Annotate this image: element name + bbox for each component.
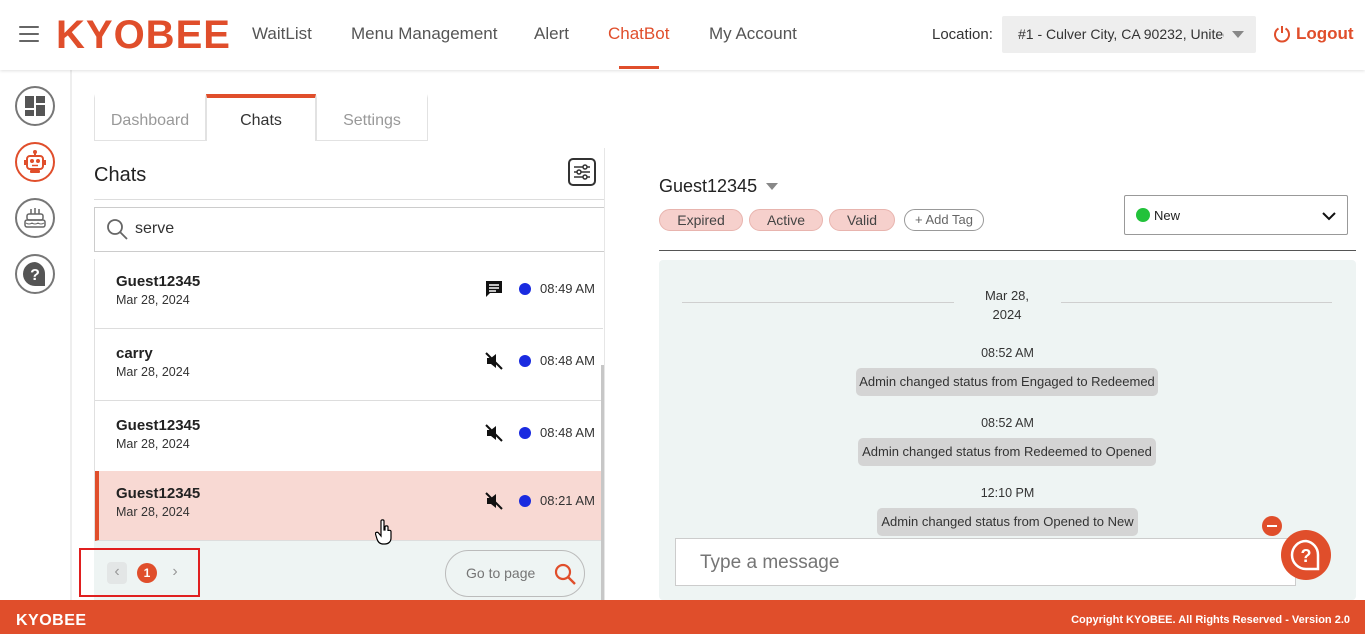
chat-list-item[interactable]: carry Mar 28, 2024 08:48 AM — [95, 331, 603, 401]
muted-icon — [485, 424, 503, 442]
search-icon[interactable] — [553, 562, 577, 586]
go-to-page-input[interactable] — [466, 565, 544, 581]
tab-dashboard[interactable]: Dashboard — [94, 94, 206, 141]
day-separator-label: Mar 28, 2024 — [979, 286, 1035, 324]
power-icon — [1274, 26, 1290, 43]
caret-down-icon[interactable] — [766, 183, 778, 190]
add-tag-button[interactable]: + Add Tag — [904, 209, 984, 231]
hamburger-menu-icon[interactable] — [19, 26, 39, 42]
chatbot-tabs: Dashboard Chats Settings — [94, 94, 428, 141]
chat-date: Mar 28, 2024 — [116, 365, 190, 379]
logout-label: Logout — [1296, 24, 1354, 43]
nav-waitlist[interactable]: WaitList — [252, 24, 312, 44]
unread-dot — [519, 283, 531, 295]
location-value: #1 - Culver City, CA 90232, United State… — [1018, 26, 1224, 42]
message-input[interactable] — [700, 552, 1280, 574]
system-message: Admin changed status from Opened to New — [877, 508, 1138, 536]
conversation-name[interactable]: Guest12345 — [659, 176, 757, 197]
svg-text:?: ? — [1301, 546, 1312, 566]
logout-button[interactable]: Logout — [1272, 24, 1354, 44]
go-to-page-box — [445, 550, 585, 597]
system-message: Admin changed status from Engaged to Red… — [856, 368, 1158, 396]
search-icon — [107, 219, 128, 240]
status-dot — [1136, 208, 1150, 222]
chats-title: Chats — [94, 164, 147, 186]
question-bubble-icon: ? — [1290, 539, 1320, 571]
dashboard-icon[interactable] — [15, 86, 55, 126]
active-nav-indicator — [619, 66, 659, 69]
day-label-line2: 2024 — [992, 307, 1022, 322]
status-select[interactable]: New — [1124, 195, 1348, 235]
chat-name: Guest12345 — [116, 417, 201, 434]
minimize-icon[interactable] — [1262, 516, 1282, 536]
divider — [659, 250, 1356, 251]
chat-date: Mar 28, 2024 — [116, 505, 190, 519]
message-time: 08:52 AM — [981, 416, 1034, 430]
filter-sliders-icon[interactable] — [568, 158, 596, 186]
chat-time: 08:49 AM — [540, 281, 595, 296]
app-logo[interactable]: KYOBEE — [56, 13, 231, 58]
muted-icon — [485, 352, 503, 370]
message-compose-box — [675, 538, 1296, 586]
chat-list: Guest12345 Mar 28, 2024 08:49 AM carry M… — [94, 259, 605, 541]
help-icon[interactable]: ? — [15, 254, 55, 294]
message-time: 08:52 AM — [981, 346, 1034, 360]
chat-name: Guest12345 — [116, 273, 201, 290]
sidebar: ? — [0, 70, 72, 600]
footer-brand: KYOBEE — [16, 612, 87, 629]
location-label: Location: — [932, 26, 993, 43]
chat-date: Mar 28, 2024 — [116, 293, 190, 307]
unread-dot — [519, 495, 531, 507]
chat-search-input[interactable] — [135, 220, 575, 238]
nav-my-account[interactable]: My Account — [709, 24, 797, 44]
chat-search-box — [94, 207, 605, 252]
status-value: New — [1154, 208, 1181, 223]
message-icon — [486, 281, 502, 297]
unread-dot — [519, 427, 531, 439]
nav-alert[interactable]: Alert — [534, 24, 569, 44]
tag-active[interactable]: Active — [749, 209, 823, 231]
nav-chatbot[interactable]: ChatBot — [608, 24, 669, 44]
svg-text:?: ? — [30, 267, 40, 284]
chevron-down-icon — [1322, 212, 1336, 221]
current-page-button[interactable]: 1 — [137, 563, 157, 583]
tag-valid[interactable]: Valid — [829, 209, 895, 231]
prev-page-button[interactable]: ‹ — [107, 562, 127, 584]
panel-divider — [604, 148, 605, 600]
footer: KYOBEE Copyright KYOBEE. All Rights Rese… — [0, 600, 1365, 634]
chat-list-item[interactable]: Guest12345 Mar 28, 2024 08:48 AM — [95, 403, 603, 473]
divider — [94, 199, 605, 200]
message-time: 12:10 PM — [980, 486, 1035, 500]
muted-icon — [485, 492, 503, 510]
chat-time: 08:21 AM — [540, 493, 595, 508]
nav-menu-management[interactable]: Menu Management — [351, 24, 497, 44]
tab-chats[interactable]: Chats — [206, 94, 316, 141]
system-message: Admin changed status from Redeemed to Op… — [858, 438, 1156, 466]
help-chat-button[interactable]: ? — [1281, 530, 1331, 580]
tag-expired[interactable]: Expired — [659, 209, 743, 231]
footer-copyright: Copyright KYOBEE. All Rights Reserved - … — [1071, 614, 1350, 626]
chat-time: 08:48 AM — [540, 353, 595, 368]
unread-dot — [519, 355, 531, 367]
chat-date: Mar 28, 2024 — [116, 437, 190, 451]
tab-settings[interactable]: Settings — [316, 94, 428, 141]
hand-cursor-icon — [375, 519, 392, 545]
chat-name: Guest12345 — [116, 485, 201, 502]
top-navbar: KYOBEE WaitList Menu Management Alert Ch… — [0, 0, 1365, 70]
caret-down-icon — [1232, 31, 1244, 38]
location-select[interactable]: #1 - Culver City, CA 90232, United State… — [1002, 16, 1256, 53]
day-separator-line — [1061, 302, 1332, 303]
day-label-line1: Mar 28, — [984, 288, 1030, 303]
next-page-button[interactable]: › — [165, 562, 185, 584]
cake-icon[interactable] — [15, 198, 55, 238]
day-separator-line — [682, 302, 954, 303]
chat-list-item-selected[interactable]: Guest12345 Mar 28, 2024 08:21 AM — [95, 471, 601, 541]
chat-time: 08:48 AM — [540, 425, 595, 440]
chat-list-item[interactable]: Guest12345 Mar 28, 2024 08:49 AM — [95, 259, 603, 329]
robot-icon[interactable] — [15, 142, 55, 182]
chat-name: carry — [116, 345, 153, 362]
